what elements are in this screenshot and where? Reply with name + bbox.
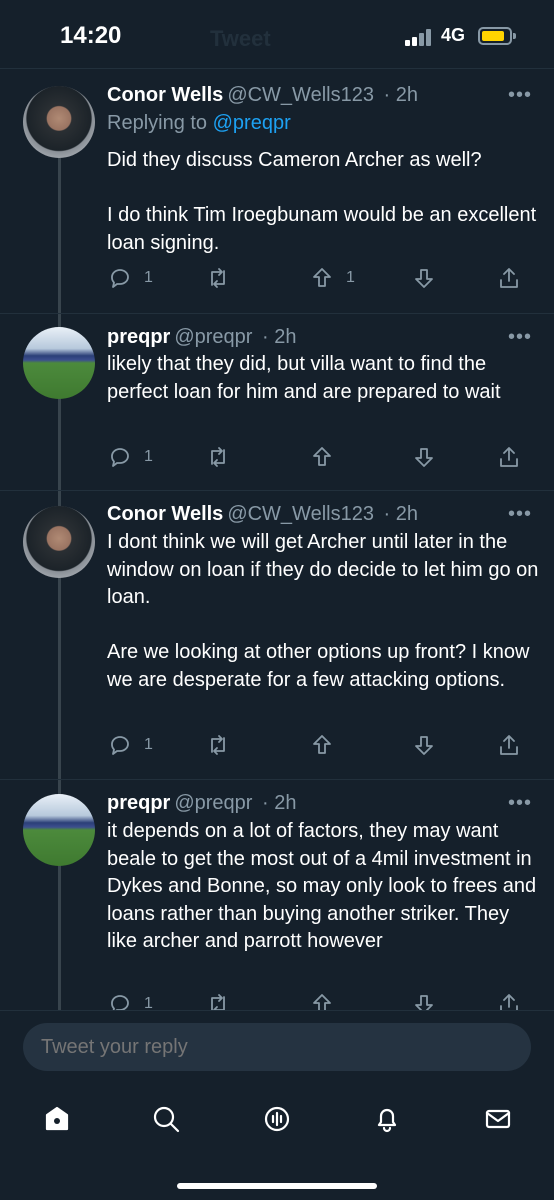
upvote-button[interactable]	[310, 731, 334, 759]
tweet-time: · 2h	[383, 84, 418, 106]
tab-spaces[interactable]	[257, 1099, 297, 1139]
share-button[interactable]	[497, 443, 521, 471]
reply-button[interactable]: 1	[108, 443, 153, 471]
upvote-icon	[313, 735, 331, 754]
bottom-area	[0, 1010, 554, 1200]
tweet-divider	[0, 779, 554, 780]
upvote-button[interactable]: 1	[310, 264, 355, 292]
status-bar: 14:20 Tweet 4G	[0, 0, 554, 68]
tweet-text: it depends on a lot of factors, they may…	[107, 820, 542, 952]
reply-input[interactable]	[23, 1023, 531, 1071]
tweet-header: preqpr @preqpr · 2h	[107, 792, 297, 815]
author-handle[interactable]: @preqpr	[174, 326, 252, 348]
author-name[interactable]: Conor Wells	[107, 503, 223, 525]
avatar[interactable]	[23, 86, 95, 158]
tweet-time: · 2h	[262, 326, 297, 348]
tweet-divider	[0, 490, 554, 491]
share-icon	[500, 268, 518, 288]
downvote-button[interactable]	[412, 264, 436, 292]
tweet-text: I dont think we will get Archer until la…	[107, 531, 539, 691]
status-time: 14:20	[60, 22, 122, 49]
tweet-header: Conor Wells @CW_Wells123 · 2h	[107, 503, 418, 526]
reply-count: 1	[144, 736, 153, 753]
downvote-icon	[415, 269, 433, 288]
author-handle[interactable]: @preqpr	[174, 792, 252, 814]
battery-icon	[478, 27, 516, 45]
author-handle[interactable]: @CW_Wells123	[227, 84, 374, 106]
upvote-icon	[313, 447, 331, 466]
reply-count: 1	[144, 269, 153, 286]
replying-prefix: Replying to	[107, 112, 208, 134]
tab-messages[interactable]	[478, 1099, 518, 1139]
tweet-actions: 1 1	[0, 264, 554, 292]
upvote-icon	[313, 268, 331, 287]
author-name[interactable]: Conor Wells	[107, 84, 223, 106]
more-options-icon[interactable]: •••	[508, 326, 532, 349]
tab-home[interactable]	[37, 1099, 77, 1139]
tweet-time: · 2h	[262, 792, 297, 814]
replying-to: Replying to @preqpr	[107, 112, 291, 135]
share-button[interactable]	[497, 731, 521, 759]
downvote-icon	[415, 448, 433, 467]
share-icon	[500, 735, 518, 755]
reply-icon	[111, 269, 129, 288]
tweet-header: preqpr @preqpr · 2h	[107, 326, 297, 349]
search-icon	[153, 1106, 180, 1133]
retweet-icon	[211, 268, 225, 288]
spaces-icon	[264, 1106, 290, 1132]
more-options-icon[interactable]: •••	[508, 503, 532, 526]
notifications-icon	[377, 1108, 397, 1133]
avatar[interactable]	[23, 794, 95, 866]
author-handle[interactable]: @CW_Wells123	[227, 503, 374, 525]
home-icon	[45, 1106, 69, 1131]
tweet-header: Conor Wells @CW_Wells123 · 2h	[107, 84, 418, 107]
reply-icon	[111, 736, 129, 755]
avatar[interactable]	[23, 327, 95, 399]
share-icon	[500, 447, 518, 467]
tweet-actions: 1	[0, 443, 554, 471]
tweet-divider	[0, 313, 554, 314]
tweet-time: · 2h	[383, 503, 418, 525]
tweet-actions: 1	[0, 731, 554, 759]
author-name[interactable]: preqpr	[107, 792, 170, 814]
retweet-icon	[211, 447, 225, 467]
signal-icon	[405, 28, 435, 46]
retweet-button[interactable]	[206, 443, 230, 471]
upvote-button[interactable]	[310, 443, 334, 471]
reply-icon	[111, 448, 129, 467]
share-button[interactable]	[497, 264, 521, 292]
more-options-icon[interactable]: •••	[508, 792, 532, 815]
author-name[interactable]: preqpr	[107, 326, 170, 348]
upvote-count: 1	[346, 269, 355, 286]
network-label: 4G	[441, 25, 466, 45]
downvote-icon	[415, 736, 433, 755]
retweet-icon	[211, 735, 225, 755]
header-title-faded: Tweet	[210, 26, 271, 51]
tweet-text: Did they discuss Cameron Archer as well?…	[107, 149, 537, 254]
reply-button[interactable]: 1	[108, 264, 153, 292]
header-divider	[0, 68, 554, 69]
more-options-icon[interactable]: •••	[508, 84, 532, 107]
tweet-text: likely that they did, but villa want to …	[107, 353, 501, 403]
retweet-button[interactable]	[206, 731, 230, 759]
replying-mention[interactable]: @preqpr	[213, 112, 291, 134]
tab-search[interactable]	[146, 1099, 186, 1139]
downvote-button[interactable]	[412, 443, 436, 471]
retweet-button[interactable]	[206, 264, 230, 292]
avatar[interactable]	[23, 506, 95, 578]
downvote-button[interactable]	[412, 731, 436, 759]
home-indicator	[177, 1183, 377, 1189]
tab-notifications[interactable]	[367, 1099, 407, 1139]
reply-count: 1	[144, 448, 153, 465]
reply-button[interactable]: 1	[108, 731, 153, 759]
tab-bar	[0, 1099, 554, 1139]
messages-icon	[485, 1109, 511, 1129]
